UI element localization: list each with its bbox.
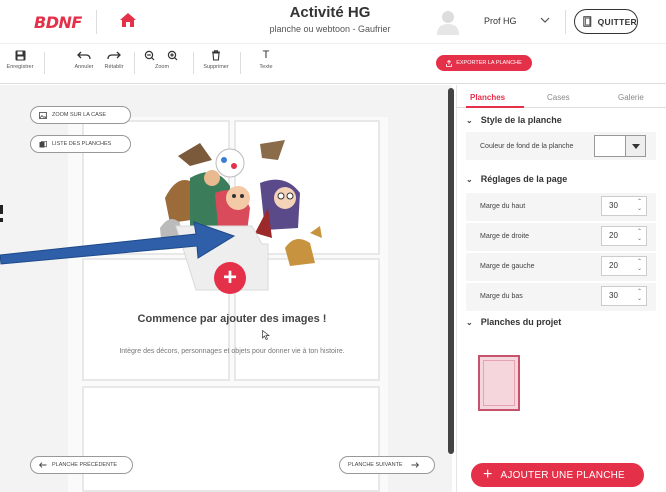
delete-label: Supprimer: [203, 64, 229, 70]
stepper-arrows[interactable]: ⌃ ⌄: [637, 199, 642, 213]
margin-right-label: Marge de droite: [480, 233, 530, 240]
door-icon: [583, 16, 592, 27]
page-thumbnail[interactable]: [478, 355, 520, 411]
export-icon: [446, 59, 453, 67]
app-logo[interactable]: BDNF: [34, 13, 82, 32]
plus-icon: +: [483, 466, 493, 483]
bg-color-label: Couleur de fond de la planche: [480, 143, 574, 150]
page-settings-section-header[interactable]: ⌄ Réglages de la page: [466, 174, 567, 184]
divider: [565, 10, 566, 34]
stepper-arrows[interactable]: ⌃ ⌄: [637, 259, 642, 273]
project-pages-section-header[interactable]: ⌄ Planches du projet: [466, 317, 561, 327]
trash-icon: [212, 50, 220, 61]
chevron-down-icon[interactable]: [540, 15, 550, 25]
caret-down-icon: [632, 144, 640, 149]
add-image-button[interactable]: +: [214, 262, 246, 294]
project-subtitle: planche ou webtoon - Gaufrier: [269, 24, 391, 34]
margin-bottom-value: 30: [609, 291, 618, 300]
quit-button[interactable]: QUITTER: [574, 9, 638, 34]
divider: [44, 52, 45, 74]
margin-right-input[interactable]: 20 ⌃ ⌄: [601, 226, 647, 246]
chevron-down-icon: ⌄: [466, 115, 473, 125]
empty-state-title: Commence par ajouter des images !: [137, 313, 327, 325]
text-icon: T: [262, 49, 270, 61]
divider: [240, 52, 241, 74]
divider: [134, 52, 135, 74]
delete-button[interactable]: Supprimer: [198, 50, 234, 70]
canvas-scrollbar[interactable]: [448, 88, 454, 454]
margin-top-label: Marge du haut: [480, 203, 526, 210]
margin-bottom-label: Marge du bas: [480, 293, 523, 300]
margin-top-value: 30: [609, 201, 618, 210]
tab-cases[interactable]: Cases: [547, 93, 570, 102]
bg-color-select[interactable]: [594, 135, 646, 157]
margin-top-input[interactable]: 30 ⌃ ⌄: [601, 196, 647, 216]
active-tab-indicator: [466, 106, 524, 108]
list-pages-label: LISTE DES PLANCHES: [52, 141, 112, 147]
top-header: BDNF Activité HG planche ou webtoon - Ga…: [0, 0, 666, 44]
stepper-arrows[interactable]: ⌃ ⌄: [637, 289, 642, 303]
previous-page-button[interactable]: PLANCHE PRÉCÉDENTE: [30, 456, 133, 474]
undo-button[interactable]: Annuler: [69, 50, 99, 70]
export-page-button[interactable]: EXPORTER LA PLANCHE: [436, 55, 532, 71]
zoom-button[interactable]: Zoom: [142, 50, 182, 70]
zoom-label: Zoom: [154, 64, 170, 70]
image-icon: [39, 111, 47, 119]
list-pages-button[interactable]: LISTE DES PLANCHES: [30, 135, 131, 153]
pages-icon: [39, 140, 47, 147]
next-page-button[interactable]: PLANCHE SUIVANTE: [339, 456, 435, 474]
margin-bottom-input[interactable]: 30 ⌃ ⌄: [601, 286, 647, 306]
style-section-title: Style de la planche: [480, 115, 562, 125]
empty-state-subtitle: Intègre des décors, personnages et objet…: [119, 348, 345, 355]
page-settings-section-title: Réglages de la page: [480, 174, 568, 184]
save-button[interactable]: Enregistrer: [2, 50, 38, 70]
dropdown-toggle[interactable]: [625, 136, 645, 156]
zoom-case-button[interactable]: ZOOM SUR LA CASE: [30, 106, 131, 124]
project-title: Activité HG: [289, 4, 371, 21]
margin-left-label: Marge de gauche: [480, 263, 535, 270]
save-icon: [15, 50, 25, 61]
quit-label: QUITTER: [597, 16, 637, 27]
zoom-case-label: ZOOM SUR LA CASE: [52, 112, 107, 118]
undo-icon: [77, 51, 91, 60]
undo-label: Annuler: [74, 64, 94, 70]
tab-planches[interactable]: Planches: [470, 93, 505, 102]
divider: [193, 52, 194, 74]
chevron-down-icon: ⌄: [466, 317, 473, 327]
chevron-down-icon: ⌄: [466, 174, 473, 184]
project-pages-section-title: Planches du projet: [480, 317, 562, 327]
previous-page-label: PLANCHE PRÉCÉDENTE: [52, 462, 118, 468]
arrow-right-icon: [411, 462, 419, 468]
export-label: EXPORTER LA PLANCHE: [456, 60, 522, 66]
panel-cell[interactable]: [82, 386, 380, 492]
home-icon[interactable]: [118, 10, 138, 30]
text-button[interactable]: T Texte: [252, 49, 280, 71]
arrow-left-icon: [39, 462, 47, 468]
next-page-label: PLANCHE SUIVANTE: [348, 462, 403, 468]
margin-right-value: 20: [609, 231, 618, 240]
zoom-icon: [144, 50, 178, 61]
add-page-button[interactable]: + AJOUTER UNE PLANCHE: [471, 463, 644, 487]
divider: [96, 10, 97, 34]
margin-left-input[interactable]: 20 ⌃ ⌄: [601, 256, 647, 276]
margin-left-value: 20: [609, 261, 618, 270]
user-name[interactable]: Prof HG: [484, 16, 517, 26]
redo-icon: [107, 51, 121, 60]
style-section-header[interactable]: ⌄ Style de la planche: [466, 115, 562, 125]
asset-collage-illustration: [160, 140, 322, 266]
cursor-icon: [262, 330, 270, 340]
user-avatar-icon: [437, 11, 459, 35]
toolbar: Enregistrer Annuler Rétablir Zoom Suppri…: [0, 44, 666, 84]
add-page-label: AJOUTER UNE PLANCHE: [500, 469, 625, 481]
tab-galerie[interactable]: Galerie: [618, 93, 644, 102]
save-label: Enregistrer: [6, 64, 34, 70]
redo-label: Rétablir: [104, 64, 124, 70]
redo-button[interactable]: Rétablir: [100, 50, 128, 70]
stepper-arrows[interactable]: ⌃ ⌄: [637, 229, 642, 243]
text-label: Texte: [259, 64, 273, 70]
